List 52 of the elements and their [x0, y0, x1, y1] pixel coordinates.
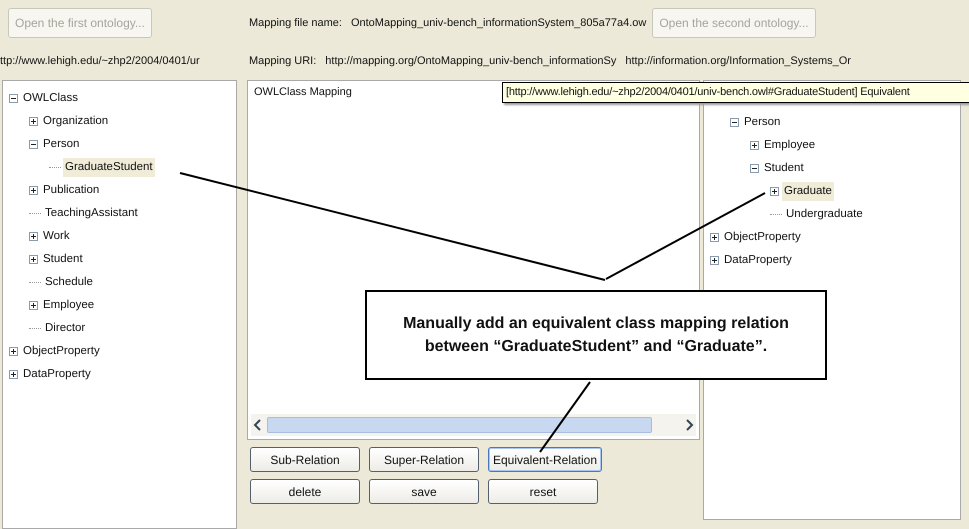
tree-item[interactable]: Person: [41, 134, 82, 154]
tree-item[interactable]: Undergraduate: [784, 204, 865, 224]
relation-button[interactable]: Super-Relation: [369, 447, 479, 472]
tree-item[interactable]: Student: [41, 250, 85, 270]
expand-icon[interactable]: [9, 370, 18, 379]
relation-button[interactable]: reset: [488, 479, 598, 504]
tree-item[interactable]: OWLClass: [21, 88, 80, 108]
tree-item[interactable]: Director: [43, 318, 88, 338]
expand-icon[interactable]: [29, 117, 38, 126]
tree-item[interactable]: GraduateStudent: [63, 158, 155, 178]
relation-button[interactable]: save: [369, 479, 479, 504]
tree-item[interactable]: Student: [762, 158, 806, 178]
expand-icon[interactable]: [9, 347, 18, 356]
tree-item[interactable]: ObjectProperty: [21, 342, 102, 362]
expand-icon[interactable]: [710, 233, 719, 242]
relation-button[interactable]: Sub-Relation: [250, 447, 360, 472]
tree-item[interactable]: DataProperty: [722, 250, 794, 270]
tree-item[interactable]: TeachingAssistant: [43, 204, 140, 224]
expand-icon[interactable]: [750, 141, 759, 150]
field-label: Mapping file name:: [248, 16, 342, 31]
annotation-text: Manually add an equivalent class mapping relation between “GraduateStudent” and “Graduate”.: [402, 314, 790, 357]
expand-icon[interactable]: [29, 255, 38, 264]
collapse-icon[interactable]: [750, 164, 759, 173]
relation-button[interactable]: delete: [250, 479, 360, 504]
mapping-uri: http://mapping.org/OntoMapping_univ-bench_informationSy: [324, 54, 616, 69]
expand-icon[interactable]: [770, 187, 779, 196]
relation-button[interactable]: Equivalent-Relation: [488, 447, 602, 472]
tree-item[interactable]: Work: [41, 226, 72, 246]
horizontal-scrollbar[interactable]: [251, 414, 696, 436]
collapse-icon[interactable]: [9, 94, 18, 103]
tree-item[interactable]: Publication: [41, 180, 102, 200]
tree-item[interactable]: Organization: [41, 112, 110, 132]
expand-icon[interactable]: [710, 256, 719, 265]
tree-item[interactable]: Employee: [762, 136, 818, 156]
tree-item[interactable]: Graduate: [782, 182, 834, 202]
expand-icon[interactable]: [29, 232, 38, 241]
tree-item[interactable]: Employee: [41, 296, 96, 316]
mapping-file-name: OntoMapping_univ-bench_informationSystem_805a77a4.ow: [350, 16, 646, 31]
ontology-uri: ttp://www.lehigh.edu/~zhp2/2004/0401/ur: [0, 54, 200, 69]
ontology-uri: http://information.org/Information_Systems_Or: [624, 54, 851, 69]
tree-item[interactable]: Person: [742, 112, 782, 132]
collapse-icon[interactable]: [730, 118, 739, 127]
field-label: Mapping URI:: [248, 54, 316, 69]
collapse-icon[interactable]: [29, 140, 38, 149]
expand-icon[interactable]: [29, 301, 38, 310]
list-title: OWLClass Mapping: [253, 85, 352, 100]
tooltip: [http://www.lehigh.edu/~zhp2/2004/0401/univ-bench.owl#GraduateStudent] Equivalent: [502, 82, 969, 102]
scrollbar-thumb[interactable]: [267, 417, 652, 433]
tree-item[interactable]: DataProperty: [21, 364, 93, 384]
tree-item[interactable]: Schedule: [43, 272, 95, 292]
expand-icon[interactable]: [29, 186, 38, 195]
tree-item[interactable]: ObjectProperty: [722, 228, 803, 248]
